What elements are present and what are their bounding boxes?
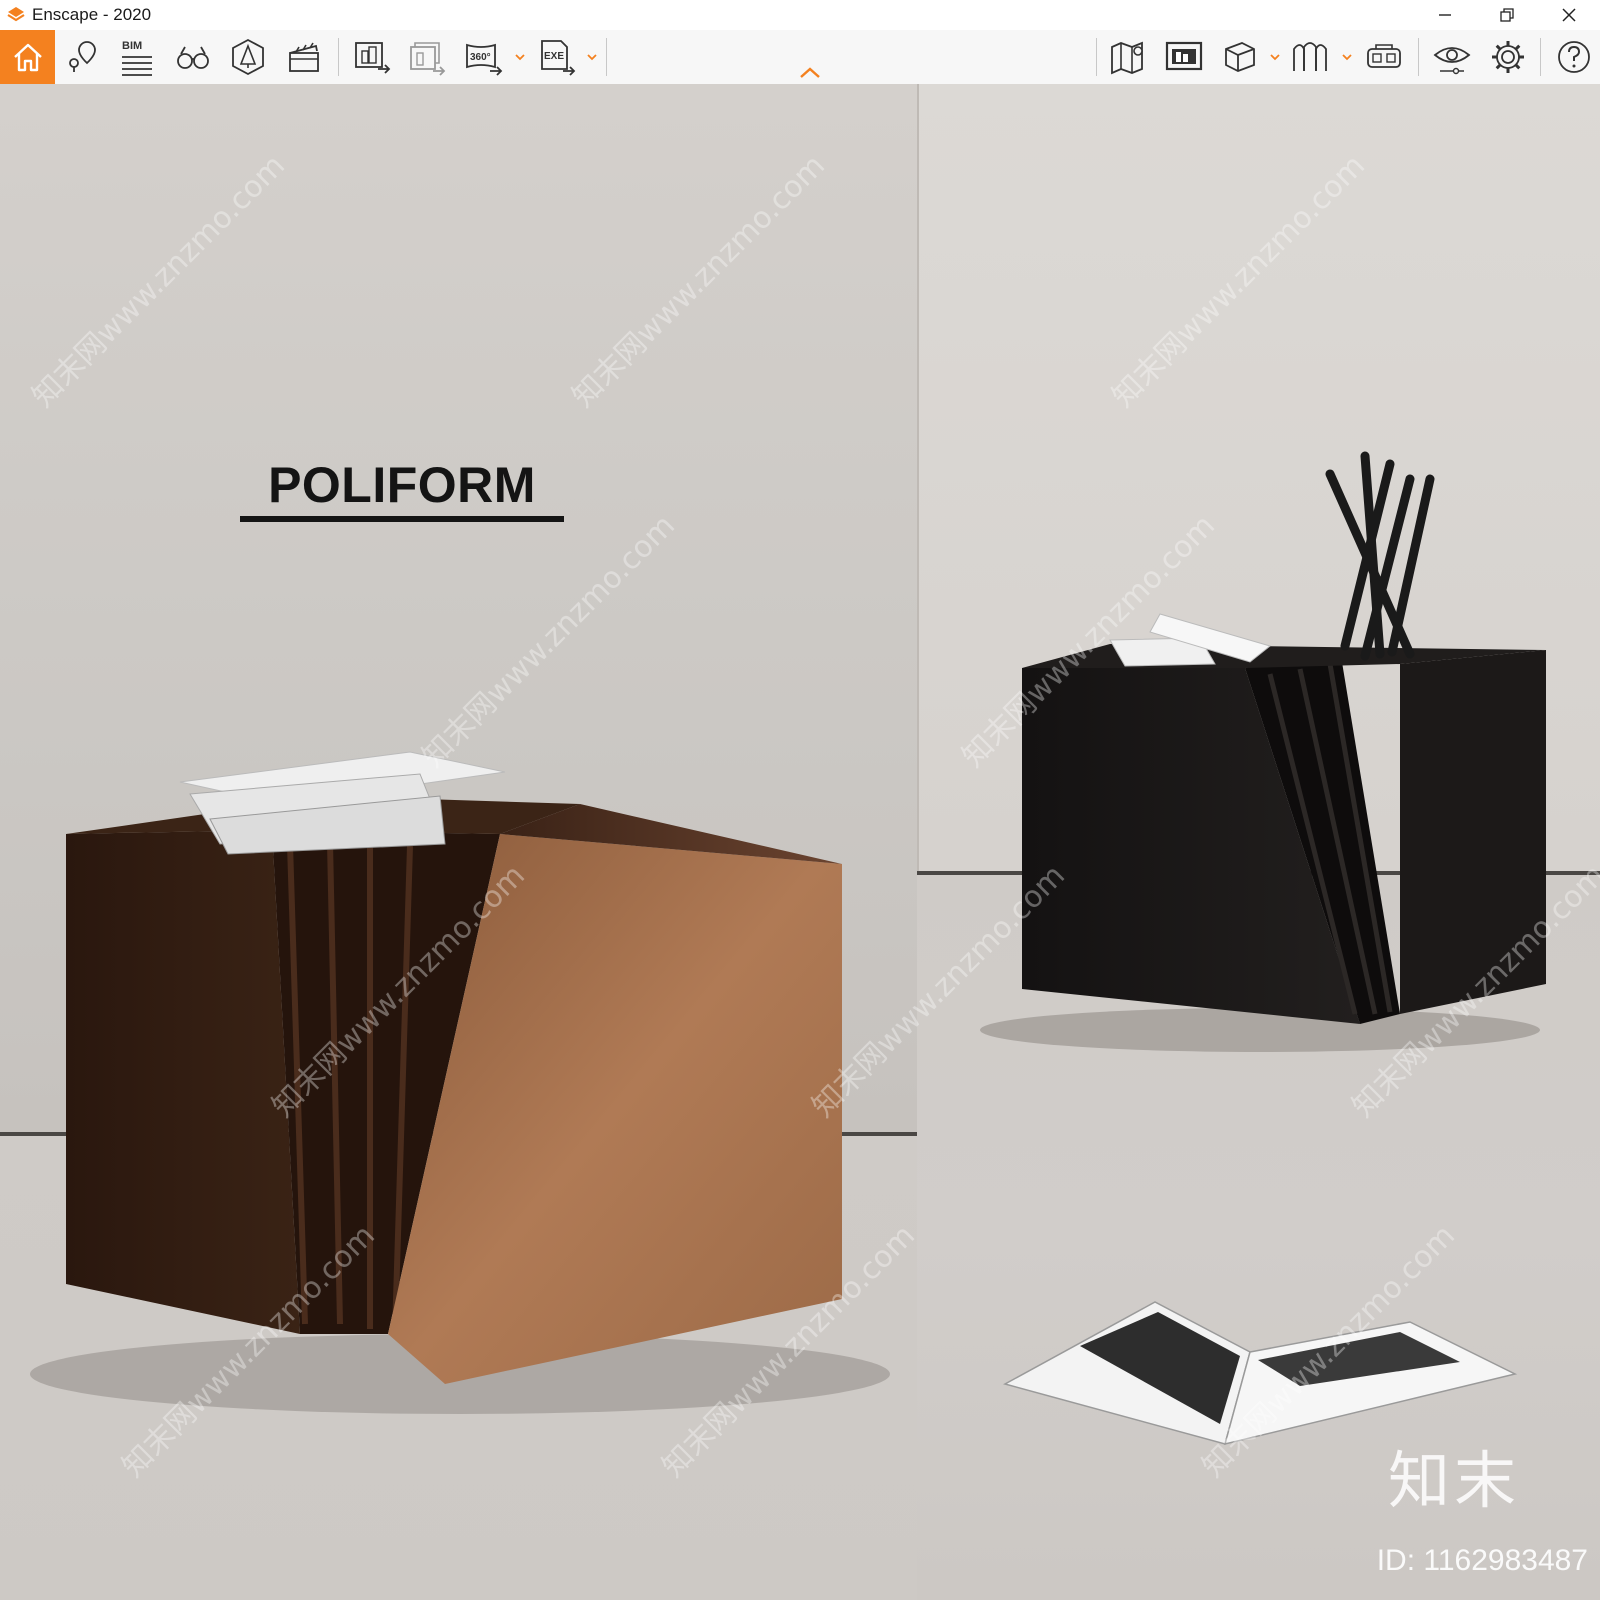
asset-library-icon <box>232 38 264 76</box>
vr-headset-button[interactable] <box>1360 33 1408 81</box>
restore-icon <box>1500 8 1514 22</box>
eye-icon <box>1433 47 1471 75</box>
brown-side-table <box>66 796 842 1384</box>
export-exe-button[interactable]: EXE <box>533 33 581 81</box>
render-image-icon <box>355 42 391 74</box>
toolbar-separator <box>1540 38 1541 76</box>
panorama-button[interactable]: 360° <box>460 33 508 81</box>
toolbar-separator <box>1096 38 1097 76</box>
cube-icon <box>1225 42 1255 72</box>
batch-render-icon <box>410 42 446 76</box>
window-title: Enscape - 2020 <box>32 5 152 24</box>
render-image-button[interactable] <box>348 33 396 81</box>
close-button[interactable] <box>1538 0 1600 30</box>
map-icon <box>1111 41 1143 75</box>
view-mode-dropdown-chevron-icon[interactable] <box>1268 50 1282 64</box>
znzmo-logo: 知末 <box>1387 1444 1520 1517</box>
bim-list-icon: BIM <box>122 40 152 76</box>
minimize-button[interactable] <box>1414 0 1476 30</box>
title-bar: Enscape - 2020 <box>0 0 1600 30</box>
sync-icon <box>1293 42 1327 71</box>
collapse-toolbar-chevron-up-icon[interactable] <box>798 66 822 80</box>
enscape-logo-icon <box>7 7 25 22</box>
toolbar-separator <box>606 38 607 76</box>
map-button[interactable] <box>1104 33 1152 81</box>
synchronize-button[interactable] <box>1286 33 1334 81</box>
svg-text:360°: 360° <box>470 52 491 63</box>
svg-text:BIM: BIM <box>122 40 142 52</box>
views-button[interactable] <box>58 33 106 81</box>
home-button[interactable] <box>0 30 55 84</box>
toolbar-separator <box>1418 38 1419 76</box>
toolbar-separator <box>338 38 339 76</box>
restore-button[interactable] <box>1476 0 1538 30</box>
binoculars-button[interactable] <box>169 33 217 81</box>
close-icon <box>1562 8 1576 22</box>
view-mode-button[interactable] <box>1216 33 1264 81</box>
settings-button[interactable] <box>1484 33 1532 81</box>
home-icon <box>13 43 42 72</box>
svg-text:EXE: EXE <box>544 51 564 62</box>
asset-library-button[interactable] <box>224 33 272 81</box>
bim-button[interactable]: BIM <box>112 33 160 81</box>
clapperboard-icon <box>289 42 319 72</box>
binoculars-icon <box>177 46 209 69</box>
export-dropdown-chevron-icon[interactable] <box>585 50 599 64</box>
help-icon <box>1558 41 1590 73</box>
gear-icon <box>1492 41 1524 73</box>
batch-render-button[interactable] <box>403 33 451 81</box>
image-id-label: ID: 1162983487 <box>1376 1544 1588 1577</box>
vr-headset-icon <box>1367 44 1401 68</box>
visual-settings-button[interactable] <box>1428 33 1476 81</box>
export-exe-icon: EXE <box>541 40 576 76</box>
minimize-icon <box>1439 14 1451 16</box>
video-editor-button[interactable] <box>280 33 328 81</box>
render-viewport[interactable]: POLIFORM 知末网www.znzmo.com 知末网www.znzmo.c… <box>0 84 1600 1600</box>
window-controls <box>1414 0 1600 30</box>
sync-dropdown-chevron-icon[interactable] <box>1340 50 1354 64</box>
decorative-sticks <box>1325 451 1435 661</box>
monitor-building-icon <box>1165 41 1203 71</box>
web-standalone-button[interactable] <box>1160 33 1208 81</box>
panorama-360-icon: 360° <box>466 43 503 76</box>
help-button[interactable] <box>1550 33 1598 81</box>
location-pin-icon <box>69 41 96 72</box>
panorama-dropdown-chevron-icon[interactable] <box>513 50 527 64</box>
